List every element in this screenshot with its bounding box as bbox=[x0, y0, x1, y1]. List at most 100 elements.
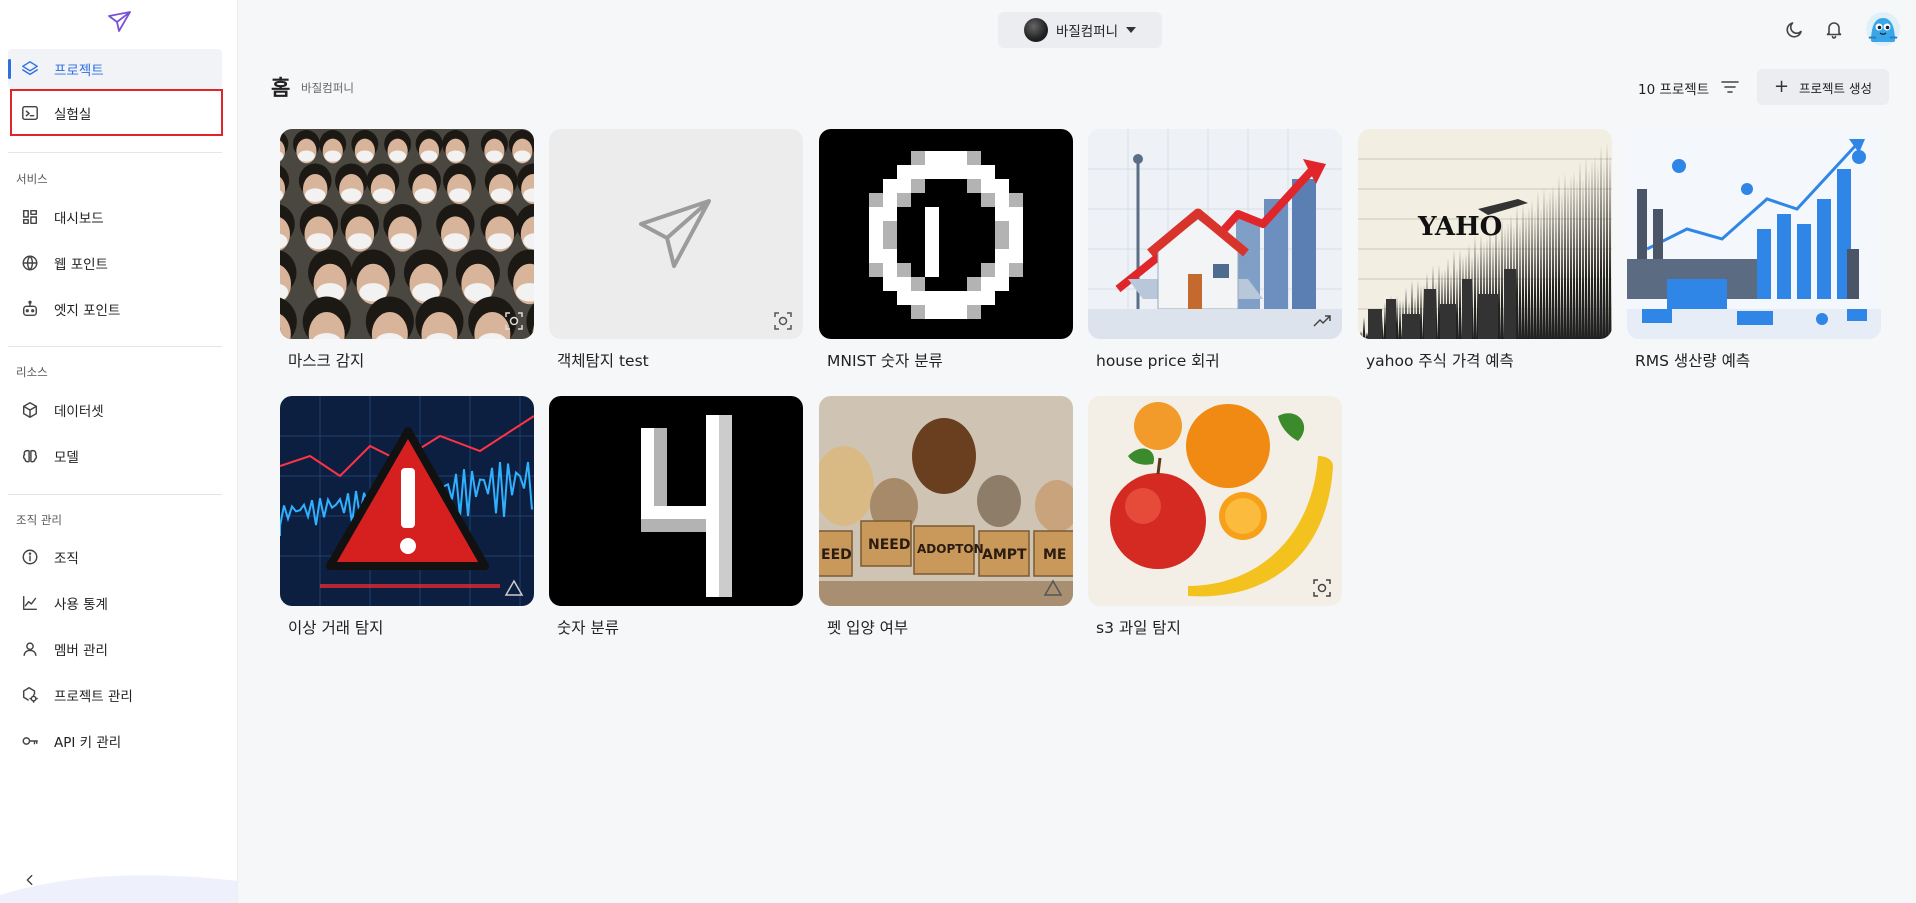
globe-icon bbox=[20, 253, 40, 273]
info-icon bbox=[20, 547, 40, 567]
pet-sign-text: AMPT bbox=[982, 547, 1027, 563]
project-title: 펫 입양 여부 bbox=[827, 619, 909, 637]
dark-mode-moon-icon[interactable] bbox=[1784, 18, 1806, 40]
sidebar-divider bbox=[8, 346, 222, 347]
pet-sign-text: EED bbox=[821, 547, 852, 563]
mnist-zero-image bbox=[819, 129, 1073, 339]
project-card-mnist[interactable]: MNIST 숫자 분류 bbox=[819, 129, 1073, 379]
brain-icon bbox=[20, 446, 40, 466]
user-icon bbox=[20, 639, 40, 659]
collapse-sidebar-chevron-left-icon[interactable] bbox=[22, 872, 38, 888]
pet-sign-text: ADOPTON bbox=[917, 542, 984, 556]
sidebar-item-model[interactable]: 모델 bbox=[8, 436, 222, 476]
project-thumbnail-house-chart bbox=[1088, 129, 1342, 339]
sidebar-divider bbox=[8, 494, 222, 495]
trend-icon bbox=[1312, 311, 1332, 331]
project-card-object-detection-test[interactable]: 객체탐지 test bbox=[549, 129, 803, 379]
sidebar-item-label: API 키 관리 bbox=[54, 735, 122, 751]
sidebar-item-lab[interactable]: 실험실 bbox=[8, 93, 222, 133]
yahoo-logo-text: YAHO bbox=[1417, 212, 1502, 242]
anomaly-icon bbox=[504, 578, 524, 598]
create-project-label: 프로젝트 생성 bbox=[1799, 80, 1873, 96]
sidebar-item-label: 조직 bbox=[54, 551, 79, 567]
object-detect-icon bbox=[773, 311, 793, 331]
sidebar-item-dashboard[interactable]: 대시보드 bbox=[8, 197, 222, 237]
project-card-yahoo-stock[interactable]: YAHO yahoo 주식 가격 예측 bbox=[1358, 129, 1612, 379]
notification-bell-icon[interactable] bbox=[1823, 18, 1845, 40]
sidebar-item-member-management[interactable]: 멤버 관리 bbox=[8, 629, 222, 669]
project-thumbnail-crowd-masks bbox=[280, 129, 534, 339]
pet-sign-text: ME bbox=[1043, 547, 1067, 563]
org-switcher[interactable]: 바질컴퍼니 bbox=[998, 12, 1162, 48]
project-count: 10 프로젝트 bbox=[1638, 82, 1710, 98]
sidebar: 프로젝트 실험실 서비스 대시보드 웹 포인트 엣지 포인트 리소스 데이터셋 bbox=[0, 0, 238, 903]
project-thumbnail-mnist-digit bbox=[819, 129, 1073, 339]
pet-sign-text: NEED bbox=[868, 537, 910, 553]
org-name: 바질컴퍼니 bbox=[1055, 24, 1119, 40]
project-title: 숫자 분류 bbox=[557, 619, 619, 637]
mnist-four-image bbox=[549, 396, 803, 606]
sidebar-item-label: 대시보드 bbox=[54, 211, 104, 227]
sidebar-item-edge-point[interactable]: 엣지 포인트 bbox=[8, 289, 222, 329]
layers-icon bbox=[20, 59, 40, 79]
sidebar-item-projects[interactable]: 프로젝트 bbox=[8, 49, 222, 89]
sidebar-item-project-management[interactable]: 프로젝트 관리 bbox=[8, 675, 222, 715]
dashboard-icon bbox=[20, 207, 40, 227]
sidebar-item-label: 모델 bbox=[54, 450, 79, 466]
sidebar-item-label: 사용 통계 bbox=[54, 597, 108, 613]
project-title: 마스크 감지 bbox=[288, 352, 365, 370]
sidebar-item-label: 실험실 bbox=[54, 107, 92, 123]
section-label-org-management: 조직 관리 bbox=[16, 513, 62, 527]
section-label-resources: 리소스 bbox=[16, 365, 48, 379]
project-title: MNIST 숫자 분류 bbox=[827, 352, 943, 370]
caret-down-icon bbox=[1126, 27, 1137, 33]
yahoo-stock-image: YAHO bbox=[1358, 129, 1612, 339]
project-settings-icon bbox=[20, 685, 40, 705]
warning-chart-image bbox=[280, 396, 534, 606]
sidebar-divider bbox=[8, 152, 222, 153]
project-title: RMS 생산량 예측 bbox=[1635, 352, 1751, 370]
terminal-icon bbox=[20, 103, 40, 123]
sidebar-item-label: 멤버 관리 bbox=[54, 643, 108, 659]
project-card-pet-adoption[interactable]: EED NEED ADOPTON AMPT ME 펫 입양 여부 bbox=[819, 396, 1073, 646]
line-chart-icon bbox=[20, 593, 40, 613]
project-title: s3 과일 탐지 bbox=[1096, 619, 1181, 637]
project-thumbnail-placeholder bbox=[549, 129, 803, 339]
sidebar-item-dataset[interactable]: 데이터셋 bbox=[8, 390, 222, 430]
object-detect-icon bbox=[1312, 578, 1332, 598]
project-card-house-price[interactable]: house price 회귀 bbox=[1088, 129, 1342, 379]
project-thumbnail-yahoo-stock: YAHO bbox=[1358, 129, 1612, 339]
sidebar-item-label: 엣지 포인트 bbox=[54, 303, 121, 319]
sidebar-item-api-key-management[interactable]: API 키 관리 bbox=[8, 721, 222, 761]
sidebar-item-label: 프로젝트 bbox=[54, 63, 104, 79]
project-card-mask-detection[interactable]: 마스크 감지 bbox=[280, 129, 534, 379]
project-card-rms-production[interactable]: RMS 생산량 예측 bbox=[1627, 129, 1881, 379]
section-label-services: 서비스 bbox=[16, 172, 48, 186]
project-title: 객체탐지 test bbox=[557, 352, 649, 370]
page-subtitle: 바질컴퍼니 bbox=[301, 81, 354, 95]
user-avatar[interactable] bbox=[1866, 12, 1900, 46]
sidebar-item-web-point[interactable]: 웹 포인트 bbox=[8, 243, 222, 283]
project-thumbnail-fruits bbox=[1088, 396, 1342, 606]
project-card-s3-fruit-detection[interactable]: s3 과일 탐지 bbox=[1088, 396, 1342, 646]
sidebar-item-organization[interactable]: 조직 bbox=[8, 537, 222, 577]
project-card-anomaly-transaction[interactable]: 이상 거래 탐지 bbox=[280, 396, 534, 646]
project-thumbnail-pets: EED NEED ADOPTON AMPT ME bbox=[819, 396, 1073, 606]
plus-icon: + bbox=[1773, 76, 1790, 97]
house-chart-image bbox=[1088, 129, 1342, 339]
factory-chart-image bbox=[1627, 129, 1881, 339]
cube-icon bbox=[20, 400, 40, 420]
org-avatar bbox=[1023, 18, 1048, 42]
placeholder-image bbox=[549, 129, 803, 339]
robot-icon bbox=[20, 299, 40, 319]
sidebar-item-usage-stats[interactable]: 사용 통계 bbox=[8, 583, 222, 623]
project-title: house price 회귀 bbox=[1096, 352, 1220, 370]
project-card-digit-classification[interactable]: 숫자 분류 bbox=[549, 396, 803, 646]
project-thumbnail-factory-chart bbox=[1627, 129, 1881, 339]
create-project-button[interactable]: + 프로젝트 생성 bbox=[1757, 69, 1889, 105]
app-logo-icon[interactable] bbox=[106, 10, 134, 34]
pets-image: EED NEED ADOPTON AMPT ME bbox=[819, 396, 1073, 606]
filter-icon[interactable] bbox=[1718, 75, 1742, 99]
key-icon bbox=[20, 731, 40, 751]
sidebar-item-label: 웹 포인트 bbox=[54, 257, 108, 273]
